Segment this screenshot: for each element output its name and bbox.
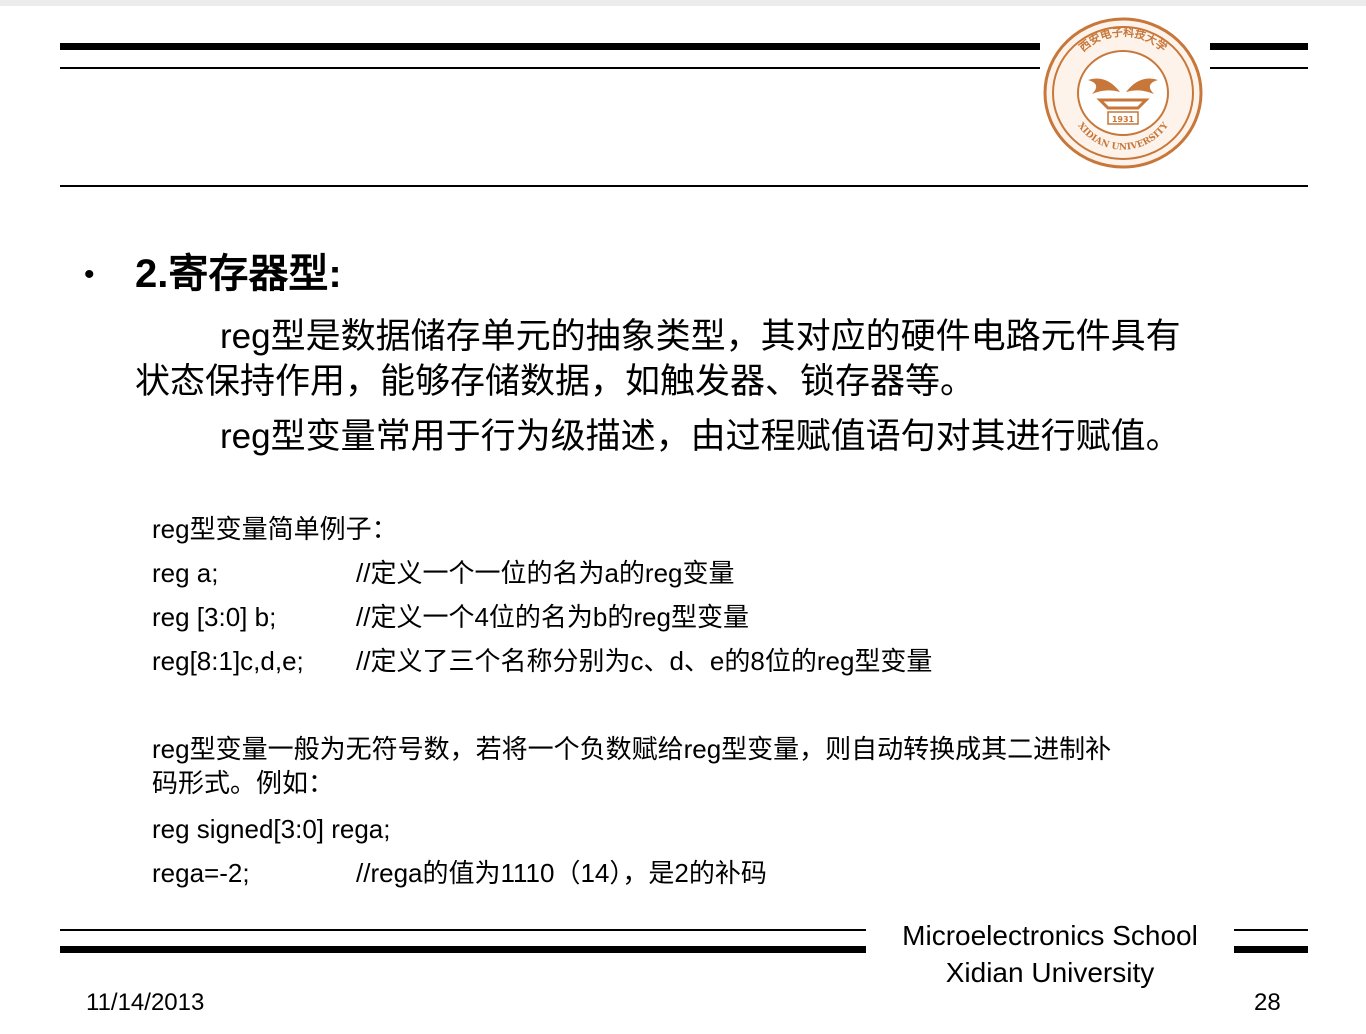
footer-rule-thin-left [60,929,866,931]
footer-rule-thick-right [1234,946,1308,953]
example-comment-2: //定义一个4位的名为b的reg型变量 [356,602,749,632]
section-heading: 2.寄存器型: [135,252,342,296]
example-comment-3: //定义了三个名称分别为c、d、e的8位的reg型变量 [356,646,933,676]
paragraph-1-line-1: reg型是数据储存单元的抽象类型，其对应的硬件电路元件具有 [220,317,1181,356]
assign-code: rega=-2; [152,858,250,888]
note-line-2: 码形式。例如： [152,768,335,798]
example-code-3: reg[8:1]c,d,e; [152,646,304,676]
footer-rule-thick-left [60,946,866,953]
paragraph-2: reg型变量常用于行为级描述，由过程赋值语句对其进行赋值。 [220,417,1181,456]
header-divider [60,185,1308,187]
header-rule-thick-left [60,43,1040,50]
header-rule-thin-left [60,67,1040,69]
note-line-1: reg型变量一般为无符号数，若将一个负数赋给reg型变量，则自动转换成其二进制补 [152,734,1112,764]
footer-school-line-2: Xidian University [945,957,1155,988]
header-rule-thin-right [1210,67,1308,69]
header-rule-thick-right [1210,43,1308,50]
example-comment-1: //定义一个一位的名为a的reg变量 [356,558,735,588]
page-number: 28 [1254,989,1281,1016]
heading-bullet: • [84,258,95,291]
footer-rule-thin-right [1234,929,1308,931]
example-title: reg型变量简单例子： [152,514,398,544]
seal-year: 1931 [1112,115,1135,124]
footer-school-line-1: Microelectronics School [902,920,1198,951]
university-seal-logo: 西安电子科技大学 XIDIAN UNIVERSITY 1931 [1043,17,1203,169]
footer-date: 11/14/2013 [86,989,205,1016]
example-code-1: reg a; [152,558,219,588]
assign-comment: //rega的值为1110（14），是2的补码 [356,858,767,888]
paragraph-1-line-2: 状态保持作用，能够存储数据，如触发器、锁存器等。 [135,362,976,401]
example-code-2: reg [3:0] b; [152,602,277,632]
signed-declaration: reg signed[3:0] rega; [152,814,391,844]
slide: 西安电子科技大学 XIDIAN UNIVERSITY 1931 • 2.寄存器型… [0,6,1366,1034]
